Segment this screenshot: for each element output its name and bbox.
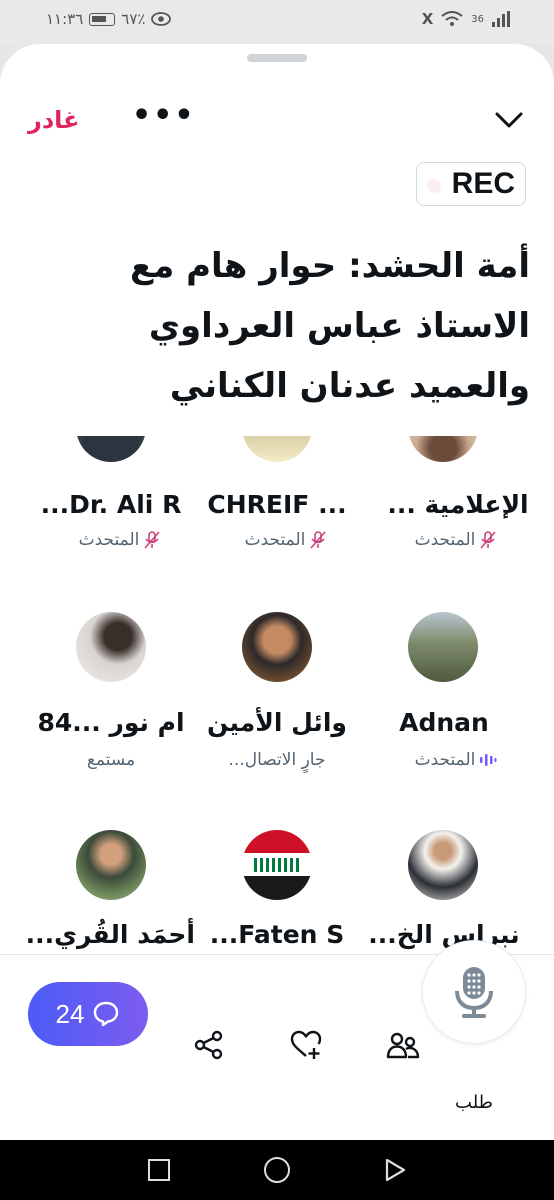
- add-reaction-heart-icon[interactable]: [289, 1028, 323, 1062]
- speaking-wave-icon: [480, 754, 497, 766]
- home-icon[interactable]: [264, 1157, 290, 1183]
- microphone-icon: [455, 967, 493, 1018]
- participant-role: مستمع: [86, 750, 136, 770]
- request-to-speak-button[interactable]: [422, 940, 526, 1044]
- status-right: X 36: [422, 10, 510, 28]
- avatar[interactable]: [76, 830, 146, 900]
- x-app-icon: X: [421, 10, 434, 28]
- wifi-icon: [441, 11, 463, 26]
- recording-dot-icon: [427, 179, 441, 193]
- leave-button[interactable]: غادر: [28, 106, 80, 134]
- avatar[interactable]: [408, 612, 478, 682]
- comments-button[interactable]: 24: [28, 982, 148, 1046]
- mic-off-icon: [144, 531, 160, 549]
- rec-label: REC: [451, 167, 515, 200]
- eye-icon: [151, 12, 172, 26]
- participant-name: Faten S...: [209, 920, 345, 949]
- battery-level: ٦٧٪: [121, 10, 146, 28]
- battery-icon: [89, 12, 116, 26]
- avatar[interactable]: [76, 436, 146, 462]
- avatar[interactable]: [408, 830, 478, 900]
- chat-bubble-icon: [94, 1001, 119, 1027]
- system-nav-bar: [0, 1140, 554, 1200]
- network-type: 36: [471, 13, 484, 25]
- space-sheet: غادر ••• REC أمة الحشد: حوار هام مع الاس…: [0, 44, 554, 1140]
- participant-name: أحمَد القُري...: [25, 920, 195, 949]
- participant-role: المتحدث: [372, 750, 540, 770]
- participant-role: جارٍ الاتصال...: [228, 750, 326, 770]
- iraq-flag-avatar[interactable]: [242, 830, 312, 900]
- status-left: ١١:٣٦ ٦٧٪: [46, 10, 172, 28]
- space-title: أمة الحشد: حوار هام مع الاستاذ عباس العر…: [129, 246, 530, 406]
- participant-name: وائل الأمين: [207, 708, 347, 737]
- participant-role-label: المتحدث: [78, 530, 140, 550]
- participant-name: نبراس الخ...: [368, 920, 520, 949]
- participant-role: المتحدث: [202, 530, 370, 550]
- status-bar: ١١:٣٦ ٦٧٪ X 36: [0, 0, 554, 44]
- signal-icon: [492, 11, 510, 27]
- avatar[interactable]: [408, 436, 478, 462]
- participant-role-label: المتحدث: [414, 530, 476, 550]
- back-icon[interactable]: [382, 1157, 408, 1183]
- participants-grid: الإعلامية ... ... CHREIF Dr. Ali R... ال…: [0, 436, 554, 954]
- participant-role-label: المتحدث: [414, 750, 476, 770]
- mic-off-icon: [310, 531, 326, 549]
- request-label: طلب: [455, 1092, 493, 1113]
- clock: ١١:٣٦: [46, 10, 84, 28]
- drag-handle[interactable]: [247, 54, 307, 62]
- participant-name: Dr. Ali R...: [40, 490, 182, 519]
- participant-name: ام نور ...84: [37, 708, 185, 737]
- participant-name: الإعلامية ...: [387, 490, 529, 519]
- participant-role-label: المتحدث: [244, 530, 306, 550]
- participant-name: ... CHREIF: [207, 490, 347, 519]
- chevron-down-icon[interactable]: [494, 108, 524, 132]
- avatar[interactable]: [242, 612, 312, 682]
- share-icon[interactable]: [192, 1028, 226, 1062]
- recording-badge: REC: [416, 162, 526, 206]
- recents-icon[interactable]: [148, 1159, 170, 1181]
- more-options-button[interactable]: •••: [132, 101, 196, 131]
- comments-count: 24: [55, 998, 85, 1029]
- participant-name: Adnan: [399, 708, 489, 737]
- participant-role: المتحدث: [372, 530, 540, 550]
- avatar[interactable]: [242, 436, 312, 462]
- avatar[interactable]: [76, 612, 146, 682]
- flag-emblem-icon: [254, 858, 300, 872]
- participants-icon[interactable]: [386, 1028, 420, 1062]
- participant-role: المتحدث: [36, 530, 204, 550]
- mic-off-icon: [480, 531, 496, 549]
